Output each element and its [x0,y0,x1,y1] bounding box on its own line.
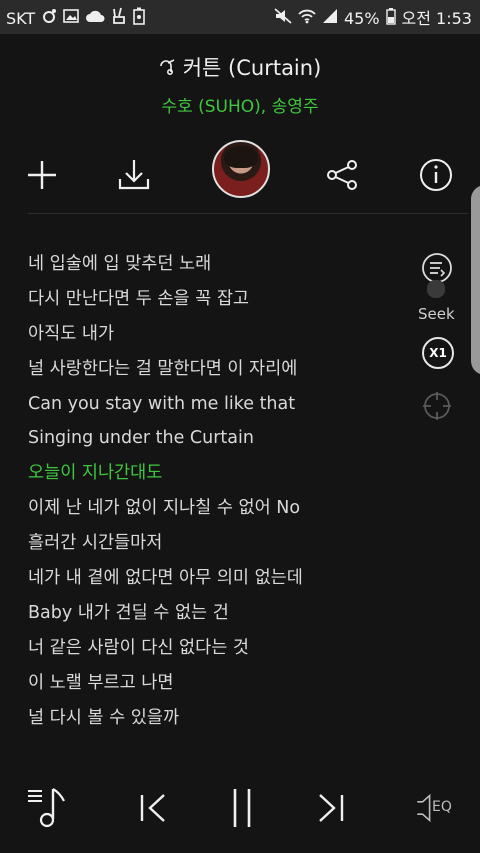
target-icon [423,392,451,420]
next-button[interactable] [308,785,352,831]
lyric-line[interactable]: Baby 내가 견딜 수 없는 건 [28,600,408,635]
lyric-line[interactable]: 흘러간 시간들마저 [28,530,408,565]
artist-avatar[interactable] [212,140,270,198]
battery-saver-icon [133,7,145,30]
eq-label: EQ [432,799,452,815]
song-title: 커튼 (Curtain) [182,56,322,80]
clock: 오전 1:53 [401,8,472,28]
cloud-icon [85,9,105,28]
peace-hand-icon [111,7,127,30]
artist-name[interactable]: 수호 (SUHO), 송영주 [0,92,480,117]
battery-percent: 45% [343,8,380,28]
lyric-line[interactable]: Can you stay with me like that [28,391,408,426]
lyric-line[interactable]: 널 사랑한다는 걸 말한다면 이 자리에 [28,356,408,391]
lyric-line-current[interactable]: 오늘이 지나간대도 [28,460,408,495]
lyrics-panel[interactable]: 네 입술에 입 맞추던 노래 다시 만난다면 두 손을 꼭 잡고 아직도 내가 널 사… [28,251,408,739]
divider [28,213,468,214]
equalizer-button[interactable]: EQ [412,785,462,831]
playlist-button[interactable] [26,785,70,831]
signal-icon [322,8,338,29]
lyric-line[interactable]: 아직도 내가 [28,321,408,356]
lyric-line[interactable]: 네 입술에 입 맞추던 노래 [28,251,408,286]
mute-icon [274,8,292,29]
song-title-row: 커튼 (Curtain) [0,52,480,82]
lyric-line[interactable]: 네가 내 곁에 없다면 아무 의미 없는데 [28,565,408,600]
pause-icon [233,789,251,827]
add-icon [28,161,56,189]
previous-button[interactable] [132,785,176,831]
edge-panel-handle[interactable] [471,185,480,375]
battery-icon [385,7,396,30]
wifi-icon [298,8,316,29]
add-button[interactable] [22,155,62,195]
carrier-label: SKT [6,8,36,28]
music-note-icon [159,57,177,80]
lyric-line[interactable]: 이제 난 네가 없이 지나칠 수 없어 No [28,495,408,530]
share-icon [327,160,357,190]
seek-handle[interactable] [427,280,445,298]
lyric-line[interactable]: 널 다시 볼 수 있을까 [28,705,408,740]
playback-speed-button[interactable]: X1 [422,337,454,369]
info-button[interactable] [416,155,456,195]
target-button[interactable] [421,390,453,426]
seek-label: Seek [418,305,455,323]
lyric-line[interactable]: Singing under the Curtain [28,425,408,460]
lyric-line[interactable]: 너 같은 사람이 다신 없다는 것 [28,635,408,670]
share-button[interactable] [322,155,362,195]
download-icon [118,160,150,190]
gallery-icon [63,8,79,29]
next-icon [319,794,344,822]
download-button[interactable] [114,155,154,195]
pause-button[interactable] [220,785,264,831]
playlist-icon [28,788,65,828]
previous-icon [140,794,165,822]
lyric-line[interactable]: 이 노랠 부르고 나면 [28,670,408,705]
status-bar: SKT 45% 오전 1:53 [0,0,480,34]
app-notification-icon [41,8,57,29]
info-icon [420,159,452,191]
lyric-line[interactable]: 다시 만난다면 두 손을 꼭 잡고 [28,286,408,321]
